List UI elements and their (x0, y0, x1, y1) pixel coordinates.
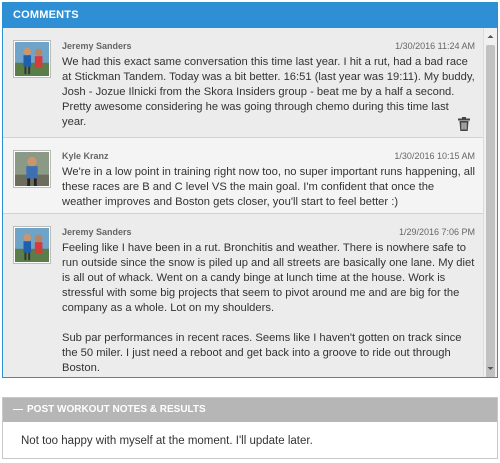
comment-item: Jeremy Sanders 1/30/2016 11:24 AM We had… (3, 28, 483, 138)
comment-author[interactable]: Kyle Kranz (62, 151, 109, 161)
comment-author[interactable]: Jeremy Sanders (62, 227, 132, 237)
comment-timestamp: 1/30/2016 11:24 AM (395, 41, 475, 51)
runner-photo-icon (15, 42, 49, 76)
scrollbar-thumb[interactable] (486, 45, 495, 377)
comment-text: We had this exact same conversation this… (62, 55, 475, 130)
comment-paragraph: We had this exact same conversation this… (62, 56, 475, 128)
comment-author[interactable]: Jeremy Sanders (62, 41, 132, 51)
trash-icon[interactable] (458, 117, 470, 131)
comment-text: Feeling like I have been in a rut. Bronc… (62, 241, 475, 376)
comment-timestamp: 1/30/2016 10:15 AM (394, 151, 475, 161)
runner-photo-icon (15, 228, 49, 262)
comments-header: COMMENTS (3, 3, 497, 28)
notes-text: Not too happy with myself at the moment.… (21, 435, 313, 447)
avatar[interactable] (13, 40, 51, 78)
scroll-down-arrow-icon[interactable] (484, 362, 497, 375)
comments-scrollbar[interactable] (483, 28, 497, 377)
collapse-icon[interactable]: — (13, 398, 23, 422)
post-workout-notes-panel: — POST WORKOUT NOTES & RESULTS Not too ha… (2, 397, 498, 459)
comment-timestamp: 1/29/2016 7:06 PM (398, 227, 475, 237)
comment-paragraph: We're in a low point in training right n… (62, 166, 475, 208)
comment-list: Jeremy Sanders 1/30/2016 11:24 AM We had… (3, 28, 483, 377)
runner-photo-icon (15, 152, 49, 186)
notes-title: POST WORKOUT NOTES & RESULTS (27, 404, 206, 415)
comment-item: Jeremy Sanders 1/29/2016 7:06 PM Feeling… (3, 214, 483, 377)
avatar[interactable] (13, 150, 51, 188)
comment-paragraph: Sub par performances in recent races. Se… (62, 332, 462, 374)
avatar[interactable] (13, 226, 51, 264)
comment-item: Kyle Kranz 1/30/2016 10:15 AM We're in a… (3, 138, 483, 214)
post-workout-notes-header[interactable]: — POST WORKOUT NOTES & RESULTS (3, 398, 497, 422)
comment-paragraph: Feeling like I have been in a rut. Bronc… (62, 242, 475, 314)
scroll-up-arrow-icon[interactable] (484, 30, 497, 43)
comment-text: We're in a low point in training right n… (62, 165, 475, 210)
comments-body: Jeremy Sanders 1/30/2016 11:24 AM We had… (3, 28, 497, 377)
comments-panel: COMMENTS Jeremy Sanders 1/30/2016 11:24 … (2, 2, 498, 378)
